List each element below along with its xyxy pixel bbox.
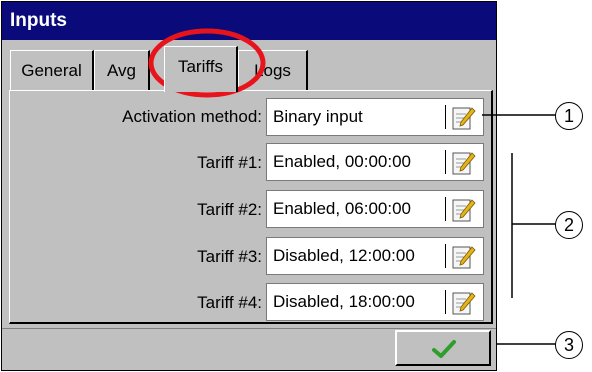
callout-1: 1 xyxy=(555,102,583,130)
callout-2: 2 xyxy=(555,211,583,239)
callout-lines xyxy=(482,114,556,345)
callout-3: 3 xyxy=(555,331,583,359)
tab-tariffs[interactable]: Tariffs xyxy=(164,46,238,92)
